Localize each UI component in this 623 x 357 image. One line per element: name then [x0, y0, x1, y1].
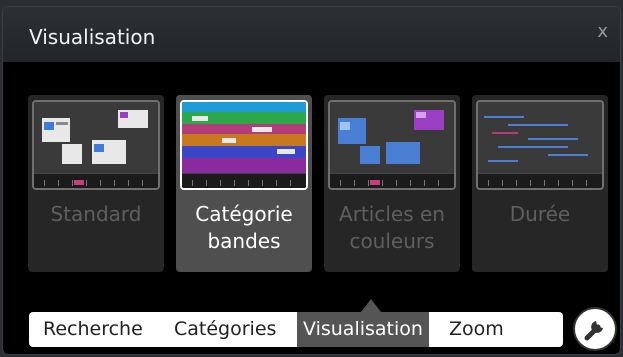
time-axis: [478, 173, 602, 188]
tab-visualisation[interactable]: Visualisation: [297, 312, 429, 347]
wrench-icon: [584, 321, 603, 341]
view-option-category-bands[interactable]: Catégorie bandes: [176, 95, 312, 272]
colored-articles-thumbnail: [328, 100, 456, 190]
tab-bar: Recherche Catégories Visualisation Zoom: [29, 312, 563, 347]
duration-view-thumbnail: [476, 100, 604, 190]
standard-view-thumbnail: [32, 100, 160, 190]
tools-button[interactable]: [573, 307, 617, 351]
standard-preview-graphic: [34, 102, 158, 174]
view-option-label: Standard: [50, 202, 142, 226]
tab-zoom[interactable]: Zoom: [443, 312, 510, 347]
view-option-colored-articles[interactable]: Articles en couleurs: [324, 95, 460, 272]
view-option-label: Articles en couleurs: [339, 202, 445, 253]
colored-articles-preview-graphic: [330, 102, 454, 174]
close-button[interactable]: x: [597, 21, 608, 42]
view-option-label: Catégorie bandes: [195, 202, 293, 253]
view-option-standard[interactable]: Standard: [28, 95, 164, 272]
page: Visualisation x Standard Catégorie bande…: [0, 0, 623, 357]
category-bands-thumbnail: [180, 100, 308, 190]
tab-categories[interactable]: Catégories: [168, 312, 282, 347]
duration-preview-graphic: [478, 102, 602, 174]
panel-title: Visualisation: [29, 25, 156, 49]
panel-header: Visualisation x: [3, 7, 620, 62]
category-bands-preview-graphic: [182, 102, 306, 174]
active-tab-pointer: [361, 299, 381, 312]
tab-recherche[interactable]: Recherche: [37, 312, 149, 347]
time-axis: [34, 173, 158, 188]
visualisation-panel: Visualisation x Standard Catégorie bande…: [2, 6, 621, 355]
view-option-label: Durée: [509, 202, 571, 226]
time-axis: [182, 173, 306, 188]
view-option-duration[interactable]: Durée: [472, 95, 608, 272]
time-axis: [330, 173, 454, 188]
